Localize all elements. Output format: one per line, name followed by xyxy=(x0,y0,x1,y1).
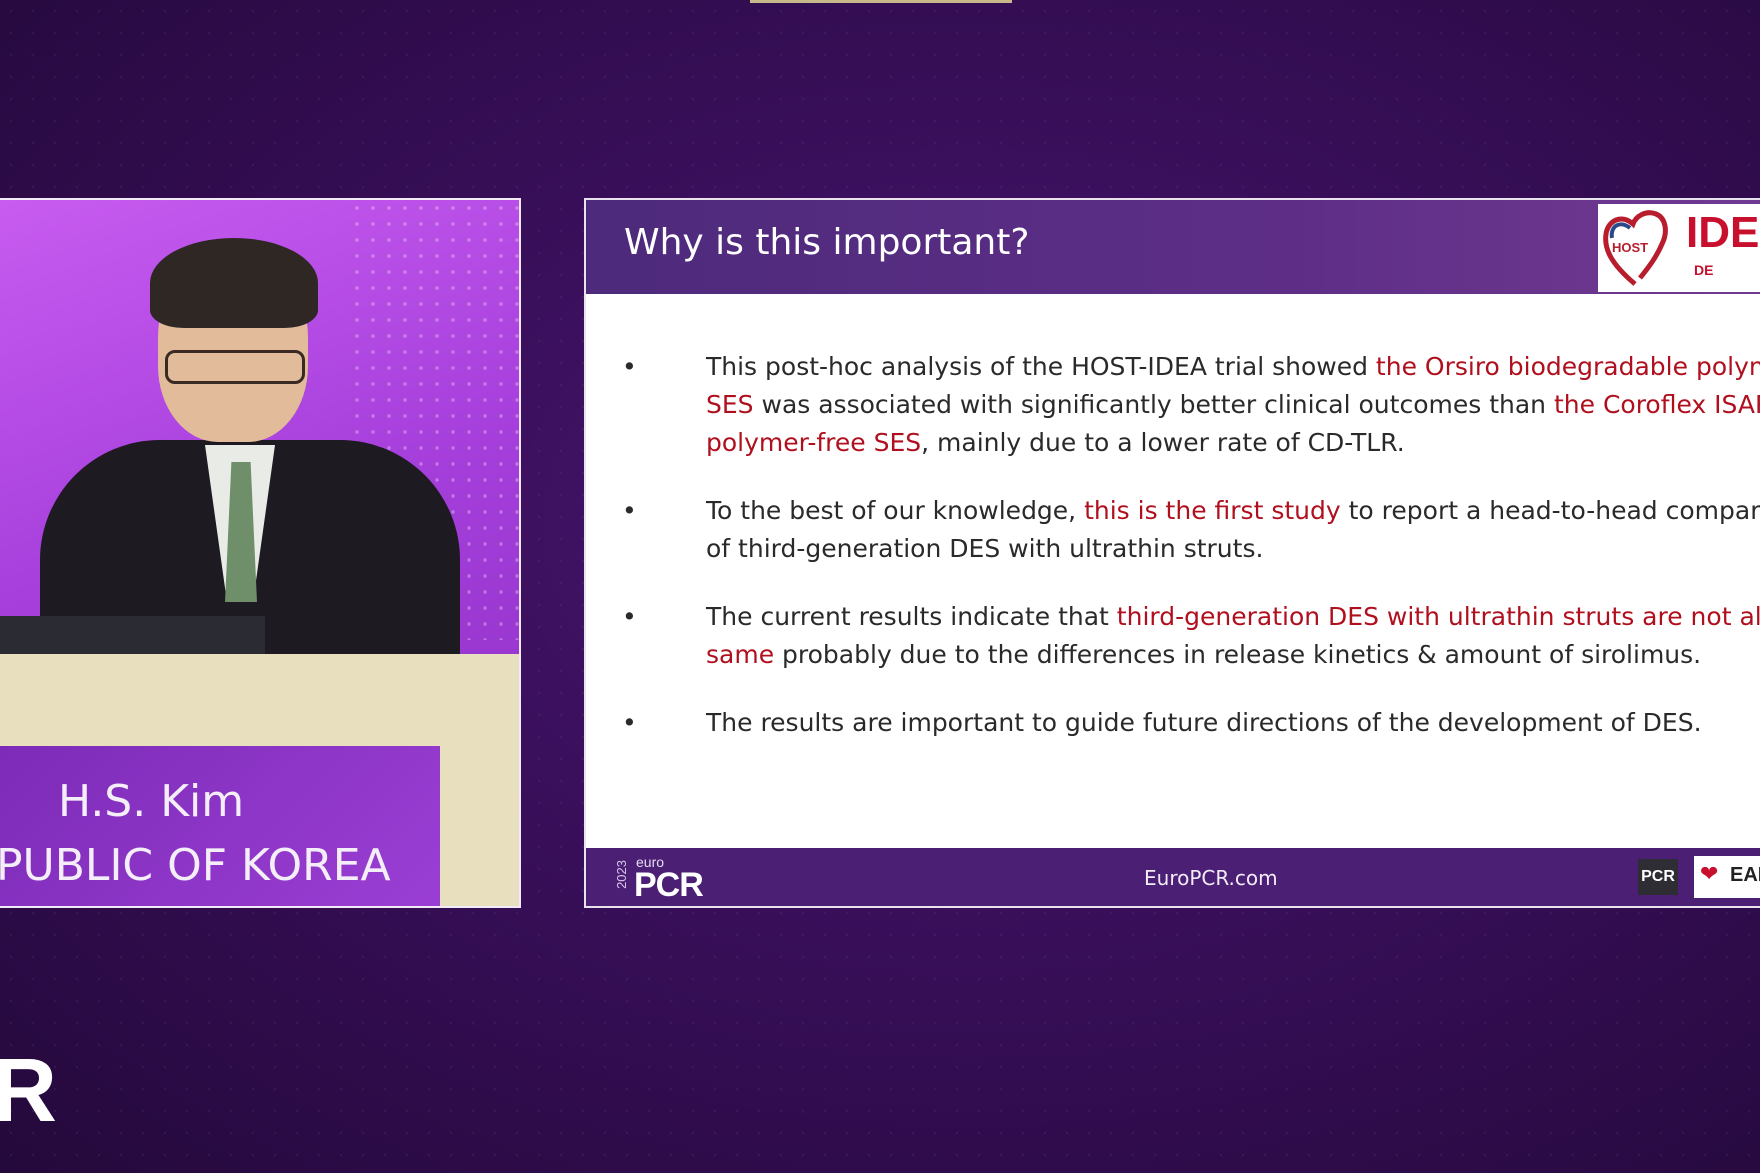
bullet-text: The current results indicate that xyxy=(706,602,1117,631)
bullet-dot-icon: • xyxy=(622,708,637,737)
highlighted-text: same xyxy=(706,640,775,669)
speaker-glasses xyxy=(165,350,305,384)
idea-logo-text: IDE xyxy=(1686,208,1760,257)
des-logo-text: DE xyxy=(1694,262,1714,278)
speaker-video-panel: H.S. Kim PUBLIC OF KOREA xyxy=(0,198,521,908)
bullet-text: This post-hoc analysis of the HOST-IDEA … xyxy=(706,352,1376,381)
bullet-text: of third-generation DES with ultrathin s… xyxy=(706,534,1264,563)
laptop xyxy=(0,616,265,656)
host-logo-text: HOST xyxy=(1612,240,1649,255)
bullet-text: probably due to the differences in relea… xyxy=(774,640,1702,669)
bullet-item: • This post-hoc analysis of the HOST-IDEA… xyxy=(622,348,1760,462)
bullet-text: , mainly due to a lower rate of CD-TLR. xyxy=(921,428,1405,457)
bullet-text: was associated with significantly better… xyxy=(753,390,1554,419)
highlighted-text: polymer-free SES xyxy=(706,428,922,457)
bullet-item: • To the best of our knowledge, this is t… xyxy=(622,492,1760,568)
top-accent-bar xyxy=(750,0,1012,3)
bullet-dot-icon: • xyxy=(622,352,637,381)
bullet-list: • This post-hoc analysis of the HOST-IDEA… xyxy=(622,348,1760,772)
presentation-slide: Why is this important? HOST IDE DE • This… xyxy=(584,198,1760,908)
bullet-text: To the best of our knowledge, xyxy=(706,496,1085,525)
footer-url: EuroPCR.com xyxy=(1144,866,1278,890)
speaker-name: H.S. Kim xyxy=(58,776,245,827)
highlighted-text: third-generation DES with ultrathin stru… xyxy=(1116,602,1760,631)
highlighted-text: the Coroflex ISAR xyxy=(1553,390,1760,419)
bullet-item: • The results are important to guide futu… xyxy=(622,704,1760,742)
highlighted-text: SES xyxy=(706,390,754,419)
europcr-year: 2023 xyxy=(614,860,629,889)
bullet-text: The results are important to guide futur… xyxy=(706,708,1702,737)
slide-title: Why is this important? xyxy=(624,222,1030,263)
pcr-corner-mark: R xyxy=(0,1041,57,1141)
bullet-text: to report a head-to-head comparis xyxy=(1340,496,1760,525)
highlighted-text: this is the first study xyxy=(1084,496,1341,525)
bullet-item: • The current results indicate that third… xyxy=(622,598,1760,674)
host-idea-logo: HOST IDE DE xyxy=(1598,204,1760,292)
europcr-pcr: PCR xyxy=(634,866,704,904)
slide-header: Why is this important? HOST IDE DE xyxy=(586,200,1760,294)
bullet-dot-icon: • xyxy=(622,496,637,525)
eapci-logo: ❤ EAP xyxy=(1694,856,1760,898)
speaker-nameplate: H.S. Kim PUBLIC OF KOREA xyxy=(0,746,440,906)
pcr-badge: PCR xyxy=(1638,859,1678,895)
speaker-hair xyxy=(150,238,318,328)
slide-footer: 2023 euro PCR EuroPCR.com PCR ❤ EAP xyxy=(586,848,1760,906)
bullet-dot-icon: • xyxy=(622,602,637,631)
speaker-country: PUBLIC OF KOREA xyxy=(0,840,391,891)
highlighted-text: the Orsiro biodegradable polyme xyxy=(1375,352,1760,381)
heart-icon: ❤ xyxy=(1700,862,1719,887)
eapci-text: EAP xyxy=(1730,864,1760,886)
